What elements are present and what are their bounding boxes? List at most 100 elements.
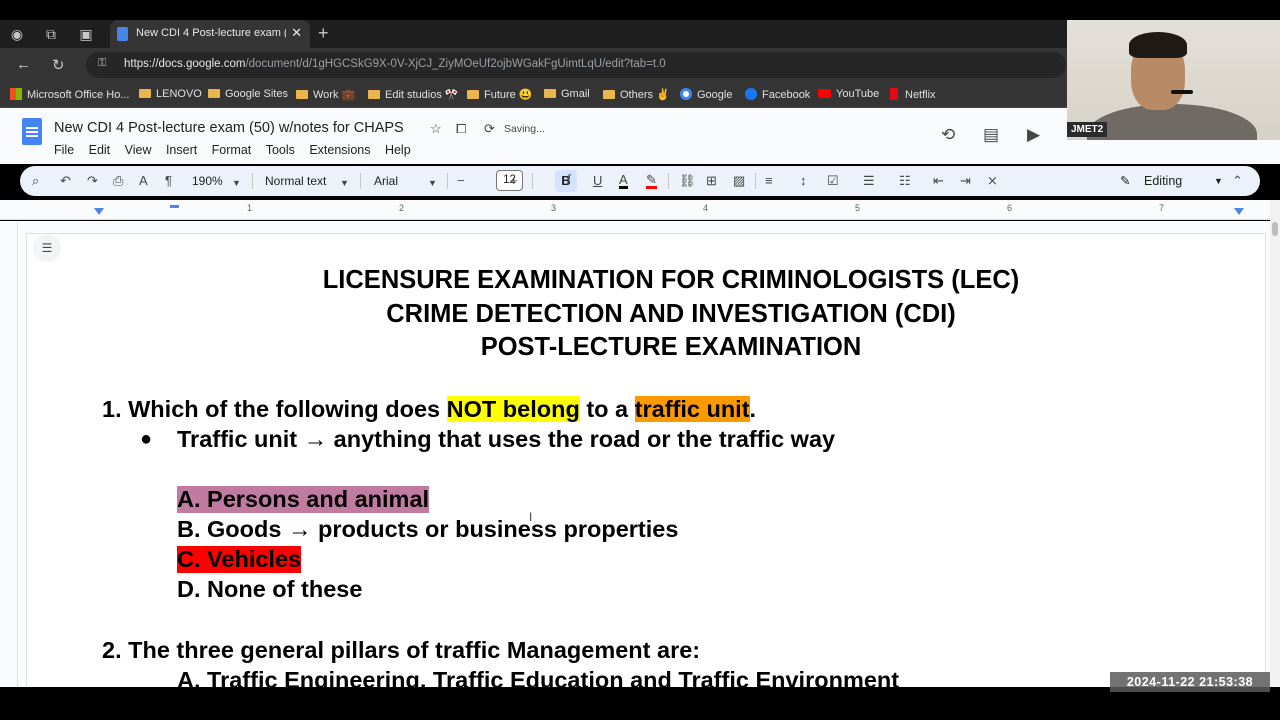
pencil-icon: ✎	[1120, 174, 1131, 188]
question-1-option-a: A. Persons and animal	[177, 486, 430, 513]
align-icon[interactable]: ≡	[765, 173, 773, 189]
menu-edit[interactable]: Edit	[89, 143, 111, 157]
bookmark-facebook[interactable]: Facebook	[745, 88, 810, 101]
redo-icon[interactable]: ↷	[87, 173, 98, 189]
bookmark-netflix[interactable]: Netflix	[890, 88, 936, 101]
decrease-font-size-icon[interactable]: −	[457, 173, 465, 189]
bookmark-youtube[interactable]: YouTube	[818, 88, 879, 100]
checklist-icon[interactable]: ☑	[827, 173, 839, 189]
vertical-ruler[interactable]	[0, 221, 18, 687]
docs-home-icon[interactable]	[22, 118, 42, 145]
first-line-indent-marker[interactable]	[170, 205, 179, 208]
italic-button[interactable]: I	[566, 172, 571, 188]
insert-image-icon[interactable]: ▨	[733, 173, 745, 189]
new-tab-icon[interactable]: +	[318, 23, 329, 44]
sync-status-icon: ⟳	[484, 121, 495, 136]
bookmark-google[interactable]: Google	[680, 88, 732, 101]
document-title[interactable]: New CDI 4 Post-lecture exam (50) w/notes…	[54, 120, 404, 136]
chevron-down-icon: ▼	[1214, 176, 1223, 186]
bookmark-lenovo[interactable]: LENOVO	[139, 88, 202, 100]
paint-format-icon[interactable]: ¶	[165, 173, 172, 189]
font-chevron-down-icon[interactable]: ▼	[428, 175, 437, 191]
insert-link-icon[interactable]: ⛓	[679, 173, 696, 189]
bulleted-list-icon[interactable]: ☰	[863, 173, 875, 189]
star-icon[interactable]: ☆	[430, 121, 442, 137]
horizontal-ruler[interactable]: 1 2 3 4 5 6 7	[0, 200, 1270, 220]
back-icon[interactable]: ←	[16, 56, 31, 73]
heading-line-3: POST-LECTURE EXAMINATION	[480, 333, 862, 361]
close-tab-icon[interactable]: ✕	[291, 25, 302, 41]
address-bar[interactable]: ⚿ https://docs.google.com/document/d/1gH…	[86, 52, 1066, 78]
ruler-number: 5	[855, 203, 861, 213]
bookmark-others[interactable]: Others ✌	[603, 88, 670, 101]
increase-indent-icon[interactable]: ⇥	[960, 173, 971, 189]
line-spacing-icon[interactable]: ↕	[800, 173, 807, 189]
hide-menus-chevron-up-icon[interactable]: ⌃	[1232, 173, 1243, 189]
bookmark-future[interactable]: Future 😃	[467, 88, 533, 101]
facebook-icon	[745, 88, 757, 100]
undo-icon[interactable]: ↶	[60, 173, 71, 189]
version-history-icon[interactable]: ⟲	[941, 125, 955, 145]
menu-tools[interactable]: Tools	[266, 143, 295, 157]
search-menus-icon[interactable]: ⌕	[32, 173, 39, 189]
decrease-indent-icon[interactable]: ⇤	[933, 173, 944, 189]
bookmark-edit-studios[interactable]: Edit studios 🎌	[368, 88, 459, 101]
add-comment-icon[interactable]: ⊞	[706, 173, 717, 189]
bookmark-work[interactable]: Work 💼	[296, 88, 355, 101]
question-1-note: Traffic unit → anything that uses the ro…	[177, 426, 836, 452]
comments-icon[interactable]: ▤	[983, 125, 999, 145]
folder-icon	[603, 90, 615, 99]
folder-icon	[296, 90, 308, 99]
move-folder-icon[interactable]: ⧠	[456, 121, 466, 137]
profile-icon[interactable]: ◉	[8, 25, 26, 43]
ruler-number: 1	[247, 203, 253, 213]
text-color-button[interactable]: A	[619, 173, 628, 189]
left-indent-marker[interactable]	[94, 208, 104, 215]
font-family-select[interactable]: Arial	[374, 174, 398, 188]
question-1-option-d: D. None of these	[177, 576, 363, 602]
presenter-hair	[1129, 32, 1187, 58]
tab-actions-icon[interactable]: ▣	[77, 25, 95, 43]
print-icon[interactable]: ⎙	[113, 173, 123, 189]
right-indent-marker[interactable]	[1234, 208, 1244, 215]
menu-insert[interactable]: Insert	[166, 143, 197, 157]
workspaces-icon[interactable]: ⧉	[42, 25, 60, 43]
scrollbar-thumb[interactable]	[1272, 222, 1278, 236]
formatting-toolbar: ⌕ ↶ ↷ ⎙ A ¶ 190% ▼ Normal text ▼ Arial ▼…	[20, 166, 1260, 196]
menu-bar: File Edit View Insert Format Tools Exten…	[54, 141, 421, 157]
style-chevron-down-icon[interactable]: ▼	[340, 175, 349, 191]
toolbar-divider	[668, 173, 669, 189]
paragraph-style-select[interactable]: Normal text	[265, 174, 326, 188]
zoom-select[interactable]: 190%	[192, 174, 223, 188]
toolbar-divider	[447, 173, 448, 189]
folder-icon	[544, 89, 556, 98]
folder-icon	[467, 90, 479, 99]
site-info-icon[interactable]: ⚿	[98, 57, 106, 70]
clear-formatting-icon[interactable]: ⨯	[987, 173, 998, 189]
highlight-not-belong: NOT belong	[446, 396, 580, 422]
menu-format[interactable]: Format	[212, 143, 252, 157]
document-page[interactable]: ☰ LICENSURE EXAMINATION FOR CRIMINOLOGIS…	[26, 233, 1266, 693]
browser-tab-docs[interactable]: New CDI 4 Post-lecture exam (50) w/ ✕	[110, 20, 310, 48]
menu-extensions[interactable]: Extensions	[309, 143, 370, 157]
question-1-option-b: B. Goods → products or business properti…	[177, 516, 679, 542]
bookmark-gmail[interactable]: Gmail	[544, 88, 590, 100]
numbered-list-icon[interactable]: ☷	[899, 173, 911, 189]
reload-icon[interactable]: ↻	[52, 56, 65, 74]
menu-view[interactable]: View	[125, 143, 152, 157]
spellcheck-icon[interactable]: A	[139, 173, 148, 189]
microsoft-icon	[10, 88, 22, 100]
increase-font-size-icon[interactable]: +	[510, 173, 518, 189]
document-outline-icon[interactable]: ☰	[33, 234, 61, 262]
editing-mode-select[interactable]: ✎ Editing ▼	[1104, 168, 1234, 194]
google-icon	[680, 88, 692, 100]
highlight-color-icon[interactable]: ✎	[646, 173, 657, 189]
bookmark-microsoft-office[interactable]: Microsoft Office Ho...	[10, 88, 130, 101]
menu-help[interactable]: Help	[385, 143, 411, 157]
menu-file[interactable]: File	[54, 143, 74, 157]
meet-icon[interactable]: ▶	[1027, 125, 1040, 145]
bookmark-google-sites[interactable]: Google Sites	[208, 88, 288, 100]
vertical-scrollbar[interactable]	[1270, 200, 1280, 687]
underline-button[interactable]: U	[593, 173, 602, 189]
zoom-chevron-down-icon[interactable]: ▼	[232, 175, 241, 191]
